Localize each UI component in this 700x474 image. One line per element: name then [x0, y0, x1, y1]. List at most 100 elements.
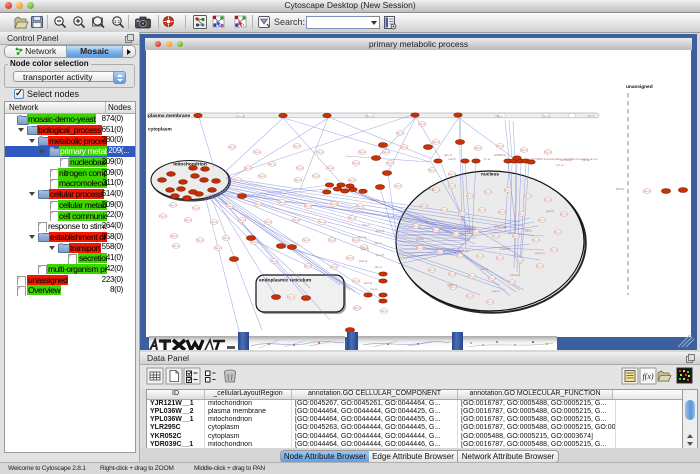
svg-text:(Se c): (Se c)	[235, 178, 242, 182]
svg-text:(Nu c): (Nu c)	[544, 198, 551, 202]
svg-text:(Se c): (Se c)	[294, 144, 301, 148]
svg-text:(Nu c): (Nu c)	[512, 234, 519, 238]
svg-text:(rn a): (rn a)	[484, 157, 491, 161]
svg-text:(Se c): (Se c)	[543, 114, 550, 118]
svg-text:(Nu c): (Nu c)	[412, 224, 419, 228]
svg-text:(Se c): (Se c)	[347, 256, 354, 260]
svg-text:(Se c): (Se c)	[429, 168, 436, 172]
svg-text:(Se c): (Se c)	[255, 202, 262, 206]
svg-text:nucleus: nucleus	[481, 172, 499, 178]
svg-text:(Se c): (Se c)	[383, 150, 390, 154]
svg-text:(Se c): (Se c)	[359, 150, 366, 154]
svg-text:(Se c): (Se c)	[327, 166, 334, 170]
svg-text:endoplasmic reticulum: endoplasmic reticulum	[259, 278, 311, 284]
svg-text:(Se c): (Se c)	[239, 218, 246, 222]
svg-text:(GO a): (GO a)	[359, 259, 368, 263]
svg-text:unassigned: unassigned	[626, 84, 653, 90]
svg-text:(Se c): (Se c)	[331, 265, 338, 269]
svg-text:(proc c): (proc c)	[535, 251, 545, 255]
svg-text:(GO c): (GO c)	[361, 247, 369, 251]
svg-text:(Sec): (Sec)	[371, 198, 378, 202]
svg-text:(Se c): (Se c)	[271, 259, 278, 263]
svg-text:plasma membrane: plasma membrane	[148, 113, 190, 119]
svg-text:(Se c): (Se c)	[381, 309, 388, 313]
svg-text:(nuc a): (nuc a)	[358, 235, 367, 239]
svg-text:(Se c): (Se c)	[395, 184, 402, 188]
svg-text:(spl c): (spl c)	[468, 227, 476, 231]
svg-text:(Se c): (Se c)	[229, 145, 236, 149]
svg-text:(aa b): (aa b)	[448, 157, 455, 161]
svg-text:(Se c): (Se c)	[265, 220, 272, 224]
svg-text:(Se c): (Se c)	[545, 150, 552, 154]
svg-text:(Se c): (Se c)	[160, 214, 167, 218]
svg-text:(mRNA sp): (mRNA sp)	[455, 249, 469, 253]
svg-text:(Se c): (Se c)	[496, 114, 503, 118]
svg-text:(Se c): (Se c)	[313, 174, 320, 178]
svg-text:(Se c): (Se c)	[279, 200, 286, 204]
svg-text:(Nu c): (Nu c)	[440, 208, 447, 212]
svg-text:(Se c): (Se c)	[329, 238, 336, 242]
svg-text:(Nu c): (Nu c)	[428, 268, 435, 272]
svg-text:(Nu c): (Nu c)	[554, 230, 561, 234]
svg-text:(Nu c): (Nu c)	[496, 256, 503, 260]
svg-text:(Se c): (Se c)	[245, 166, 252, 170]
svg-text:(Se c): (Se c)	[353, 279, 360, 283]
svg-text:(Nu c): (Nu c)	[508, 280, 515, 284]
svg-text:(Nu c): (Nu c)	[478, 208, 485, 212]
svg-text:(Se c): (Se c)	[293, 218, 300, 222]
svg-text:(GO b): (GO b)	[364, 281, 373, 285]
svg-text:(Se c): (Se c)	[433, 140, 440, 144]
svg-text:(Nu c): (Nu c)	[458, 212, 465, 216]
svg-text:(se c): (se c)	[371, 287, 378, 291]
svg-text:(Se c): (Se c)	[295, 178, 302, 182]
svg-text:(Nu c): (Nu c)	[518, 212, 525, 216]
svg-text:(Se c): (Se c)	[401, 145, 408, 149]
svg-text:(Nu c): (Nu c)	[432, 228, 439, 232]
svg-text:(Se c): (Se c)	[354, 306, 361, 310]
svg-text:mitochondrion: mitochondrion	[173, 162, 207, 168]
svg-text:(Se c): (Se c)	[349, 216, 356, 220]
svg-text:(Se c): (Se c)	[170, 203, 177, 207]
svg-text:(Nu c): (Nu c)	[486, 300, 493, 304]
svg-text:(rep f): (rep f)	[492, 289, 500, 293]
svg-text:(sn o): (sn o)	[556, 163, 563, 167]
svg-text:(Nu c): (Nu c)	[416, 246, 423, 250]
svg-text:(Se c): (Se c)	[173, 244, 180, 248]
svg-text:(Se c): (Se c)	[303, 238, 310, 242]
svg-text:(Se c): (Se c)	[305, 204, 312, 208]
svg-text:(Nu c): (Nu c)	[452, 232, 459, 236]
svg-text:(Se c): (Se c)	[331, 202, 338, 206]
svg-text:(Se c): (Se c)	[397, 131, 404, 135]
svg-text:(Se c): (Se c)	[521, 148, 528, 152]
svg-text:(pre c): (pre c)	[444, 153, 452, 157]
svg-text:(chrom): (chrom)	[510, 273, 520, 277]
svg-text:(Se c): (Se c)	[227, 204, 234, 208]
svg-text:(Se c): (Se c)	[449, 172, 456, 176]
svg-text:(Se c): (Se c)	[366, 114, 373, 118]
svg-text:(Se c): (Se c)	[297, 166, 304, 170]
svg-text:(Nu c): (Nu c)	[488, 276, 495, 280]
svg-text:(Se c): (Se c)	[197, 238, 204, 242]
svg-text:(Se c): (Se c)	[319, 220, 326, 224]
svg-text:(Se c): (Se c)	[305, 264, 312, 268]
svg-text:(Se c): (Se c)	[254, 150, 261, 154]
svg-text:(GO tRNA aminoacylation GO rRN: (GO tRNA aminoacylation GO rRNA processi…	[530, 157, 598, 161]
svg-text:f(x): f(x)	[642, 372, 653, 381]
svg-text:(Se c): (Se c)	[475, 146, 482, 150]
svg-text:(Se c): (Se c)	[269, 162, 276, 166]
svg-text:(Nu c): (Nu c)	[456, 254, 463, 258]
svg-text:(GO b): (GO b)	[376, 229, 385, 233]
svg-text:(Nu c): (Nu c)	[504, 188, 511, 192]
svg-text:(Se c): (Se c)	[223, 236, 230, 240]
svg-text:(Nu c): (Nu c)	[492, 234, 499, 238]
svg-text:(Se c): (Se c)	[193, 206, 200, 210]
svg-text:(Nu c): (Nu c)	[560, 212, 567, 216]
svg-text:(Se c): (Se c)	[259, 174, 266, 178]
svg-text:(rib b): (rib b)	[524, 229, 531, 233]
svg-text:(Nu c): (Nu c)	[436, 250, 443, 254]
svg-text:(Se c): (Se c)	[349, 178, 356, 182]
svg-text:(Nu c): (Nu c)	[448, 272, 455, 276]
svg-text:(Nu c): (Nu c)	[538, 218, 545, 222]
svg-text:1:1: 1:1	[114, 19, 121, 24]
svg-text:(tRNA): (tRNA)	[616, 187, 625, 191]
